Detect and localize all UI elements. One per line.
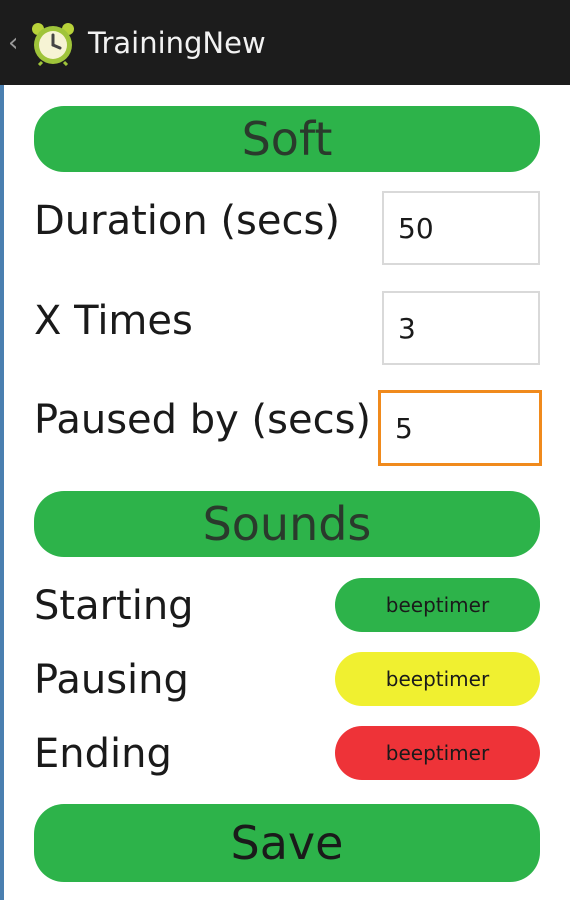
alarm-clock-icon[interactable] [30, 20, 76, 67]
starting-sound-button[interactable]: beeptimer [335, 578, 540, 632]
times-label: X Times [34, 298, 193, 344]
times-input[interactable]: 3 [382, 291, 540, 365]
paused-input[interactable]: 5 [378, 390, 542, 466]
paused-label: Paused by (secs) [34, 397, 372, 443]
soft-section-header: Soft [34, 106, 540, 172]
ending-label: Ending [34, 731, 172, 777]
window-edge [0, 85, 4, 900]
back-chevron-icon[interactable]: ‹ [8, 28, 28, 58]
starting-label: Starting [34, 583, 194, 629]
duration-input[interactable]: 50 [382, 191, 540, 265]
pausing-label: Pausing [34, 657, 189, 703]
sounds-section-header: Sounds [34, 491, 540, 557]
app-title: TrainingNew [88, 26, 266, 60]
pausing-sound-button[interactable]: beeptimer [335, 652, 540, 706]
save-button[interactable]: Save [34, 804, 540, 882]
action-bar: ‹ TrainingNew [0, 0, 570, 85]
duration-label: Duration (secs) [34, 198, 340, 244]
ending-sound-button[interactable]: beeptimer [335, 726, 540, 780]
